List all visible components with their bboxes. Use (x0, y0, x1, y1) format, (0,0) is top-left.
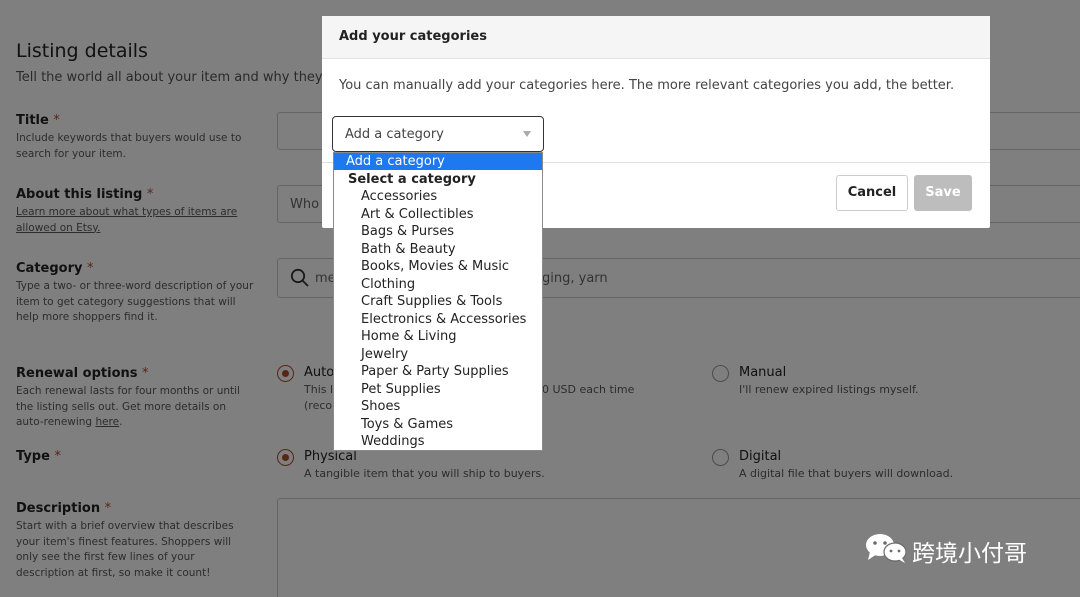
dropdown-option[interactable]: Shoes (334, 398, 542, 415)
dropdown-option[interactable]: Accessories (334, 188, 542, 205)
chevron-down-icon (523, 131, 531, 137)
modal-title: Add your categories (339, 29, 487, 44)
modal-header: Add your categories (322, 16, 990, 59)
dropdown-option[interactable]: Jewelry (334, 346, 542, 363)
watermark-text: 跨境小付哥 (912, 541, 1027, 567)
dropdown-option-highlighted[interactable]: Add a category (334, 153, 542, 170)
category-dropdown-list: Add a category Select a category Accesso… (333, 152, 543, 451)
dropdown-group-label: Select a category (348, 171, 476, 187)
dropdown-option[interactable]: Clothing (334, 276, 542, 293)
dropdown-option[interactable]: Bags & Purses (334, 223, 542, 240)
dropdown-option[interactable]: Paper & Party Supplies (334, 363, 542, 380)
dropdown-option[interactable]: Electronics & Accessories (334, 311, 542, 328)
dropdown-option[interactable]: Pet Supplies (334, 381, 542, 398)
dropdown-option[interactable]: Craft Supplies & Tools (334, 293, 542, 310)
dropdown-option[interactable]: Weddings (334, 433, 542, 450)
cancel-button[interactable]: Cancel (836, 175, 908, 211)
save-button[interactable]: Save (914, 175, 972, 211)
dropdown-option[interactable]: Toys & Games (334, 416, 542, 433)
modal-info-text: You can manually add your categories her… (339, 78, 955, 93)
dropdown-option[interactable]: Art & Collectibles (334, 206, 542, 223)
wechat-logo-icon (866, 534, 907, 563)
category-select-value: Add a category (345, 127, 444, 142)
dropdown-option[interactable]: Home & Living (334, 328, 542, 345)
category-select[interactable]: Add a category (332, 116, 544, 152)
dropdown-option[interactable]: Bath & Beauty (334, 241, 542, 258)
watermark: 跨境小付哥 (864, 530, 1054, 567)
dropdown-option[interactable]: Books, Movies & Music (334, 258, 542, 275)
